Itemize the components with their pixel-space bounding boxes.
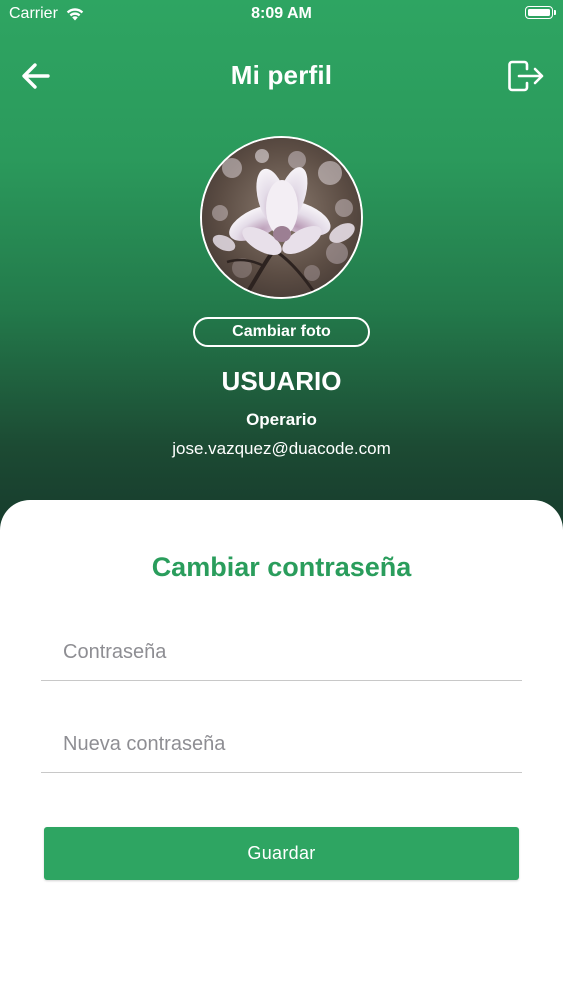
current-password-input[interactable]: [63, 637, 503, 667]
user-role: Operario: [246, 410, 317, 429]
battery-icon: [525, 6, 556, 19]
user-name: USUARIO: [221, 366, 342, 396]
change-password-title: Cambiar contraseña: [151, 552, 412, 582]
logout-icon: [508, 60, 544, 92]
profile-avatar: [200, 136, 363, 299]
new-password-input[interactable]: [63, 729, 503, 759]
status-bar: Carrier 8:09 AM: [0, 0, 563, 30]
new-password-field: [41, 713, 522, 773]
logout-button[interactable]: [507, 59, 545, 93]
status-time: 8:09 AM: [251, 5, 312, 22]
page-title: Mi perfil: [230, 60, 333, 90]
save-button[interactable]: Guardar: [44, 827, 519, 880]
user-email: jose.vazquez@duacode.com: [172, 439, 391, 458]
change-photo-button[interactable]: Cambiar foto: [193, 317, 370, 347]
current-password-field: [41, 621, 522, 681]
